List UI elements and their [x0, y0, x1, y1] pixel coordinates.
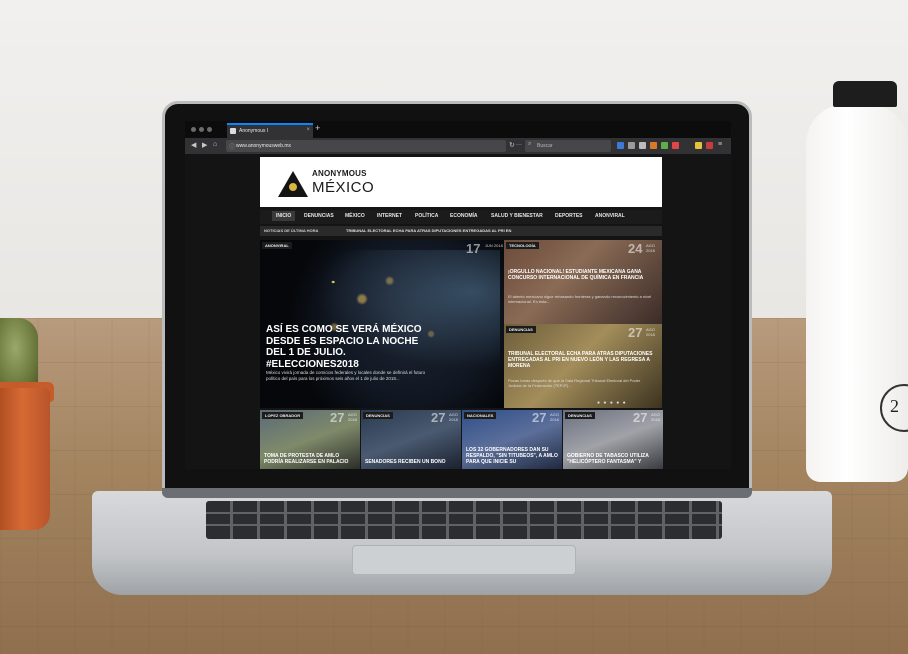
browser-nav-bar: ◀ ▶ ⌂ ⓘ www.anonymousweb.mx ··· ↻ ⌕ Busc…: [185, 138, 731, 154]
library-icon[interactable]: [628, 142, 635, 149]
category-tag[interactable]: ANONVIRAL: [262, 242, 292, 249]
date-month: JUN 2018: [485, 243, 503, 248]
main-menu: INICIO DENUNCIAS MÉXICO INTERNET POLÍTIC…: [260, 210, 662, 224]
category-tag[interactable]: NACIONALES: [464, 412, 497, 419]
home-icon[interactable]: ⌂: [213, 141, 217, 148]
slider-dots[interactable]: ● ● ● ● ●: [597, 400, 627, 406]
menu-item-inicio[interactable]: INICIO: [272, 211, 296, 221]
small-article[interactable]: LOPEZ OBRADOR 27 AGO 2018 TOMA DE PROTES…: [260, 410, 360, 469]
menu-item-denuncias[interactable]: DENUNCIAS: [304, 213, 334, 219]
menu-item-economia[interactable]: ECONOMÍA: [450, 213, 478, 219]
browser-tab-bar: Anonymous I × +: [185, 121, 731, 138]
category-tag[interactable]: TECNOLOGÍA: [506, 242, 539, 249]
hero-excerpt: México vivirá jornada de comicios federa…: [266, 370, 426, 381]
ticker-label: NOTICIAS DE ÚLTIMA HORA: [264, 228, 319, 233]
site-info-icon[interactable]: ⓘ: [229, 142, 235, 151]
small-headline[interactable]: TOMA DE PROTESTA DE AMLO PODRÍA REALIZAR…: [264, 453, 358, 466]
keyboard-row-divider: [206, 524, 722, 526]
web-page: ANONYMOUS MÉXICO INICIO DENUNCIAS MÉXICO…: [185, 154, 731, 469]
menu-item-deportes[interactable]: DEPORTES: [555, 213, 583, 219]
browser-tab-active[interactable]: Anonymous I ×: [227, 123, 313, 138]
logo-text-top[interactable]: ANONYMOUS: [312, 169, 367, 178]
laptop-keyboard: [206, 501, 722, 539]
breaking-news-ticker: NOTICIAS DE ÚLTIMA HORA TRIBUNAL ELECTOR…: [260, 226, 662, 236]
window-close-dot[interactable]: [191, 127, 196, 132]
extension-icon[interactable]: [617, 142, 624, 149]
date-month: AGO 2018: [348, 412, 357, 422]
sidebar-icon[interactable]: [639, 142, 646, 149]
date-month: AGO 2018: [646, 327, 655, 337]
small-article[interactable]: NACIONALES 27 AGO 2018 LOS 32 GOBERNADOR…: [462, 410, 562, 469]
url-text: www.anonymousweb.mx: [236, 143, 292, 149]
small-article[interactable]: DENUNCIAS 27 AGO 2018 GOBIERNO DE TABASC…: [563, 410, 663, 469]
logo-text-bottom[interactable]: MÉXICO: [312, 179, 374, 196]
menu-item-anonviral[interactable]: ANONVIRAL: [595, 213, 625, 219]
menu-icon[interactable]: ≡: [718, 141, 722, 148]
extension-icon[interactable]: [695, 142, 702, 149]
small-headline[interactable]: LOS 32 GOBERNADORES DAN SU RESPALDO, "SI…: [466, 447, 560, 465]
bottle-cap: [833, 81, 897, 107]
date-day: 27: [633, 410, 648, 425]
category-tag[interactable]: DENUNCIAS: [363, 412, 393, 419]
window-minimize-dot[interactable]: [199, 127, 204, 132]
search-input[interactable]: ⌕ Buscar: [525, 140, 611, 152]
date-month: AGO 2018: [646, 243, 655, 253]
tab-close-icon[interactable]: ×: [306, 127, 310, 133]
search-icon: ⌕: [528, 141, 532, 147]
small-headline[interactable]: SENADORES RECIBEN UN BONO: [365, 459, 459, 466]
new-tab-button[interactable]: +: [315, 123, 320, 133]
side-article[interactable]: TECNOLOGÍA 24 AGO 2018 ¡ORGULLO NACIONAL…: [504, 240, 662, 324]
search-placeholder: Buscar: [537, 143, 553, 149]
side-headline[interactable]: ¡ORGULLO NACIONAL! ESTUDIANTE MEXICANA G…: [508, 269, 654, 282]
hero-headline[interactable]: ASÍ ES COMO SE VERÁ MÉXICO DESDE ES ESPA…: [266, 324, 432, 370]
date-day: 24: [628, 241, 643, 256]
extension-icon[interactable]: [650, 142, 657, 149]
date-day: 27: [330, 410, 345, 425]
ticker-headline[interactable]: TRIBUNAL ELECTORAL ECHA PARA ATRAS DIPUT…: [346, 228, 511, 233]
extension-icon[interactable]: [661, 142, 668, 149]
category-tag[interactable]: DENUNCIAS: [506, 326, 536, 333]
extension-icon[interactable]: [706, 142, 713, 149]
reload-icon[interactable]: ↻: [509, 141, 515, 149]
date-day: 27: [431, 410, 446, 425]
back-icon[interactable]: ◀: [191, 141, 196, 149]
date-day: 17: [466, 241, 481, 256]
side-excerpt: El talento mexicano sigue rebasando fron…: [508, 294, 652, 304]
small-headline[interactable]: GOBIERNO DE TABASCO UTILIZA "HELICÓPTERO…: [567, 453, 661, 466]
side-excerpt: Pocas horas después de que la Sala Regio…: [508, 378, 641, 388]
extension-icon[interactable]: [672, 142, 679, 149]
date-month: AGO 2018: [550, 412, 559, 422]
menu-item-internet[interactable]: INTERNET: [377, 213, 402, 219]
hero-article[interactable]: ANONVIRAL 17 JUN 2018 ASÍ ES COMO SE VER…: [260, 240, 504, 408]
logo-mask-icon: [289, 183, 297, 191]
category-tag[interactable]: DENUNCIAS: [565, 412, 595, 419]
laptop-screen: Anonymous I × + ◀ ▶ ⌂ ⓘ www.anonymousweb…: [185, 121, 731, 469]
category-tag[interactable]: LOPEZ OBRADOR: [262, 412, 304, 419]
favicon-icon: [230, 128, 236, 134]
menu-item-politica[interactable]: POLÍTICA: [415, 213, 438, 219]
date-day: 27: [628, 325, 643, 340]
url-bar[interactable]: ⓘ www.anonymousweb.mx ···: [226, 140, 522, 152]
laptop-trackpad: [352, 545, 576, 575]
menu-item-salud[interactable]: SALUD Y BIENESTAR: [491, 213, 543, 219]
date-day: 27: [532, 410, 547, 425]
window-zoom-dot[interactable]: [207, 127, 212, 132]
laptop-hinge: [162, 488, 752, 498]
date-month: AGO 2018: [651, 412, 660, 422]
site-header: ANONYMOUS MÉXICO: [260, 157, 662, 207]
forward-icon[interactable]: ▶: [202, 141, 207, 149]
keyboard-row-divider: [206, 512, 722, 514]
date-month: AGO 2018: [449, 412, 458, 422]
side-headline[interactable]: TRIBUNAL ELECTORAL ECHA PARA ATRAS DIPUT…: [508, 351, 654, 369]
tab-title: Anonymous I: [239, 128, 269, 134]
small-article[interactable]: DENUNCIAS 27 AGO 2018 SENADORES RECIBEN …: [361, 410, 461, 469]
cactus-plant: [0, 318, 38, 392]
side-article[interactable]: DENUNCIAS 27 AGO 2018 TRIBUNAL ELECTORAL…: [504, 324, 662, 408]
terracotta-pot: [0, 388, 50, 530]
page-actions-icon[interactable]: ···: [516, 142, 522, 148]
menu-item-mexico[interactable]: MÉXICO: [345, 213, 365, 219]
